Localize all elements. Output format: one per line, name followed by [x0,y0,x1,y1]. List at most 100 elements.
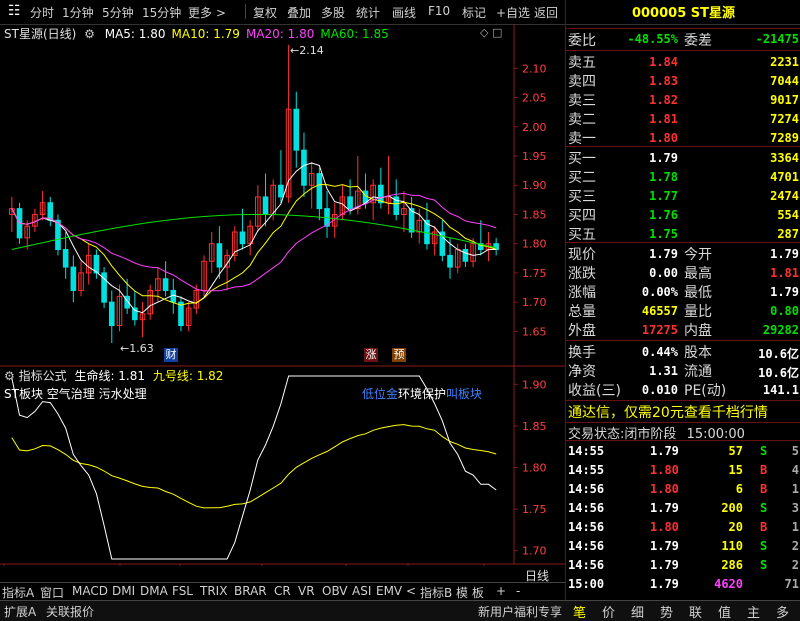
bid-row[interactable]: 买一 1.79 3364 [566,148,800,168]
indicator-tick: 1.90 [522,378,547,391]
extend-a[interactable]: 扩展A [4,603,36,620]
detail-tab[interactable]: 势 [660,602,673,621]
detail-tab[interactable]: 主 [747,602,760,621]
price-tick: 1.85 [522,208,547,221]
indicator-tick: 1.70 [522,545,547,558]
indicator-tab[interactable]: DMI [112,584,135,598]
indicator-menu-icon[interactable]: ⚙ [4,369,15,383]
toolbar-adjust[interactable]: 复权 [253,4,277,21]
candle-body [301,149,307,186]
chart-title: ST星源(日线) [4,27,77,41]
price-tick: 1.80 [522,238,547,251]
indicator-tab[interactable]: DMA [140,584,168,598]
price-tick: 1.65 [522,325,547,338]
ninth-line [11,375,497,560]
indicator-tab[interactable]: - [516,584,520,598]
toolbar-more[interactable]: 更多 > [188,4,226,21]
indicator-tab[interactable]: VR [298,584,315,598]
chart-legend: ST星源(日线) ⚙ MA5: 1.80 MA10: 1.79 MA20: 1.80… [4,25,389,42]
indicator-tabs: 指标A 窗口 MACD DMI DMA FSL TRIX BRAR CR VR OBV ASI EMV <… [0,582,565,601]
high-price-marker: ←2.14 [290,44,324,57]
toolbar-multi[interactable]: 多股 [321,4,345,21]
related-quotes[interactable]: 关联报价 [46,603,94,620]
kline-chart[interactable]: 2.10 2.05 2.00 1.95 1.90 1.85 1.80 1.75 1.70 1.65… [0,24,565,566]
main-pane: 2.10 2.05 2.00 1.95 1.90 1.85 1.80 1.75 1.70 1.65… [0,24,565,566]
candle-body [216,243,223,268]
indicator-tab[interactable]: + [496,584,506,598]
indicator-tab[interactable]: 窗口 [40,584,64,601]
detail-tabs: 笔价细势联值主多 [565,600,800,621]
toolbar-15min[interactable]: 15分钟 [142,4,181,21]
price-tick: 2.10 [522,62,547,75]
toolbar-back[interactable]: 返回 [534,4,558,21]
chart-window-controls[interactable]: ◇ □ [480,26,502,39]
quote-panel: 000005 ST星源 委比 -48.55% 委差 -21475 卖五 1.84… [565,0,800,600]
detail-tab[interactable]: 价 [602,602,615,621]
indicator-tab[interactable]: CR [274,584,291,598]
indicator-tab[interactable]: EMV [376,584,402,598]
candle-body [239,231,246,245]
indicator-tab[interactable]: < [406,584,416,598]
candle-body [447,254,453,268]
toolbar-add-watchlist[interactable]: +自选 [496,4,530,21]
indicator-tab[interactable]: 模 板 [456,584,484,601]
quote-row: 外盘 17275 内盘 29282 [568,323,799,339]
bid-row[interactable]: 买五 1.75 287 [566,224,800,244]
ask-row[interactable]: 卖三 1.82 9017 [566,90,800,110]
limit-up-badge[interactable]: 涨 [364,348,378,362]
ask-row[interactable]: 卖四 1.83 7044 [566,71,800,91]
detail-tab[interactable]: 笔 [573,602,586,621]
ask-row[interactable]: 卖二 1.81 7274 [566,109,800,129]
tick-row: 14:56 1.79 110 S 2 [568,539,799,553]
indicator-tab[interactable]: TRIX [200,584,227,598]
ma-legend-item: MA60: 1.85 [320,27,389,41]
price-tick: 1.90 [522,179,547,192]
candle-body [316,173,323,210]
indicator-title[interactable]: 指标公式 [19,369,67,383]
indicator-tab[interactable]: 指标B [420,584,452,601]
indicator-tab[interactable]: FSL [172,584,193,598]
quote-row: 涨幅 0.00% 最低 1.79 [568,285,799,301]
detail-tab[interactable]: 细 [631,602,644,621]
toolbar-mark[interactable]: 标记 [462,4,486,21]
indicator-tab[interactable]: OBV [322,584,348,598]
candle-body [293,108,300,151]
toolbar-5min[interactable]: 5分钟 [102,4,134,21]
grid-menu-icon[interactable]: ☷ [8,3,21,19]
toolbar-1min[interactable]: 1分钟 [62,4,94,21]
detail-tab[interactable]: 多 [776,602,789,621]
low-price-marker: ←1.63 [120,342,154,355]
indicator-tab[interactable]: 指标A [2,584,34,601]
candle-body [162,278,169,291]
indicator-tab[interactable]: MACD [72,584,108,598]
indicator-tab[interactable]: BRAR [234,584,267,598]
ma10-line [11,184,497,306]
candle-body [62,249,69,268]
financial-report-badge[interactable]: 财 [164,348,178,362]
detail-tab[interactable]: 值 [718,602,731,621]
detail-tab[interactable]: 联 [689,602,702,621]
candle-body [347,196,353,210]
toolbar-intraday[interactable]: 分时 [30,4,54,21]
bid-row[interactable]: 买三 1.77 2474 [566,186,800,206]
settings-icon[interactable]: ⚙ [84,27,95,41]
tick-row: 14:56 1.79 200 S 3 [568,501,799,515]
bid-row[interactable]: 买四 1.76 554 [566,205,800,225]
indicator-tab[interactable]: ASI [352,584,371,598]
tick-row: 14:55 1.80 15 B 4 [568,463,799,477]
ask-row[interactable]: 卖一 1.80 7289 [566,128,800,148]
tick-row: 15:00 1.79 4620 71 [568,577,799,591]
price-tick: 2.05 [522,92,547,105]
promo-link[interactable]: 新用户福利专享 [478,603,562,620]
ma-legend-item: MA20: 1.80 [245,27,315,41]
fundamental-row: 换手 0.44% 股本 10.6亿 [568,345,799,361]
candle-body [178,301,184,327]
promo-banner[interactable]: 通达信，仅需20元查看千档行情 [568,402,768,422]
toolbar-overlay[interactable]: 叠加 [287,4,311,21]
toolbar-f10[interactable]: F10 [428,4,450,18]
forecast-badge[interactable]: 预 [392,348,406,362]
toolbar-stats[interactable]: 统计 [356,4,380,21]
ask-row[interactable]: 卖五 1.84 2231 [566,52,800,72]
bid-row[interactable]: 买二 1.78 4701 [566,167,800,187]
toolbar-draw[interactable]: 画线 [392,4,416,21]
